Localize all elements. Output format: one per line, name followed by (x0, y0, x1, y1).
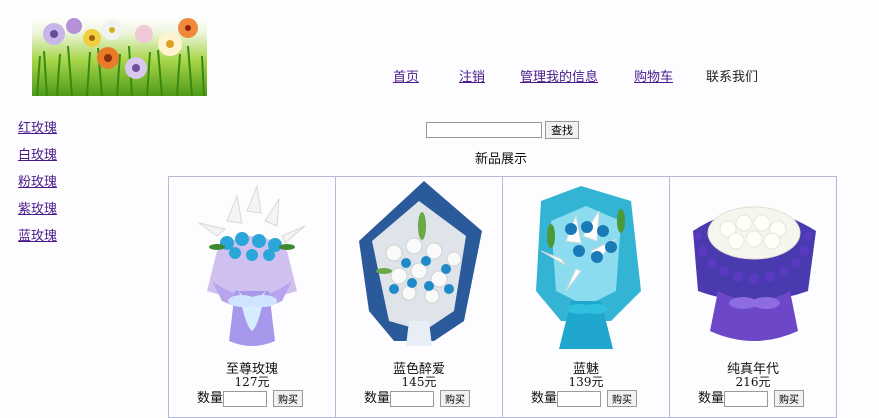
quantity-row: 数量 购买 (197, 387, 304, 407)
sidebar-item-blue-rose[interactable]: 蓝玫瑰 (18, 225, 57, 252)
product-grid: 至尊玫瑰 127元 数量 购买 蓝色醉爱 145元 数量 购买 蓝魅 139元 … (168, 176, 837, 418)
buy-button[interactable]: 购买 (273, 390, 304, 407)
sidebar-item-red-rose[interactable]: 红玫瑰 (18, 117, 57, 144)
nav-home-link[interactable]: 首页 (393, 66, 419, 85)
search-button[interactable]: 查找 (545, 120, 579, 139)
quantity-label: 数量 (698, 391, 725, 406)
category-sidebar: 红玫瑰 白玫瑰 粉玫瑰 紫玫瑰 蓝玫瑰 (18, 117, 57, 252)
product-card: 蓝魅 139元 数量 购买 (503, 177, 670, 417)
sidebar-item-purple-rose[interactable]: 紫玫瑰 (18, 198, 57, 225)
product-image[interactable] (688, 181, 818, 357)
quantity-input[interactable] (223, 390, 268, 407)
quantity-label: 数量 (364, 391, 391, 406)
nav-cart-link[interactable]: 购物车 (634, 66, 673, 85)
nav-logout-link[interactable]: 注销 (459, 66, 485, 85)
product-image[interactable] (521, 181, 651, 357)
product-card: 至尊玫瑰 127元 数量 购买 (169, 177, 336, 417)
sidebar-item-white-rose[interactable]: 白玫瑰 (18, 144, 57, 171)
quantity-label: 数量 (531, 391, 558, 406)
quantity-label: 数量 (197, 391, 224, 406)
search-bar: 查找 (426, 119, 579, 139)
nav-contact-text: 联系我们 (706, 70, 759, 85)
buy-button[interactable]: 购买 (774, 390, 805, 407)
nav-manage-info-link[interactable]: 管理我的信息 (520, 66, 598, 85)
section-title: 新品展示 (474, 152, 527, 167)
search-input[interactable] (426, 121, 542, 138)
quantity-row: 数量 购买 (531, 387, 638, 407)
product-card: 蓝色醉爱 145元 数量 购买 (336, 177, 503, 417)
top-nav: 首页 注销 管理我的信息 购物车 联系我们 (0, 66, 879, 86)
product-image[interactable] (354, 181, 484, 357)
buy-button[interactable]: 购买 (607, 390, 638, 407)
sidebar-item-pink-rose[interactable]: 粉玫瑰 (18, 171, 57, 198)
product-image[interactable] (187, 181, 317, 357)
product-card: 纯真年代 216元 数量 购买 (670, 177, 836, 417)
quantity-input[interactable] (390, 390, 435, 407)
buy-button[interactable]: 购买 (440, 390, 471, 407)
quantity-input[interactable] (557, 390, 602, 407)
quantity-row: 数量 购买 (698, 387, 805, 407)
quantity-row: 数量 购买 (364, 387, 471, 407)
quantity-input[interactable] (724, 390, 769, 407)
